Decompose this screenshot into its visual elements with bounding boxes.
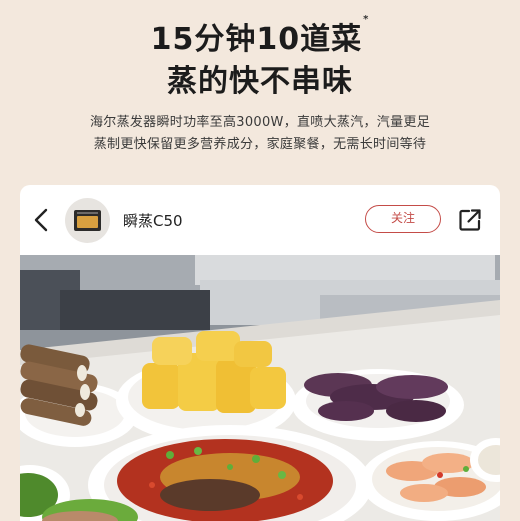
subtitle-line-1: 海尔蒸发器瞬时功率至高3000W，直喷大蒸汽，汽量更足 xyxy=(89,115,431,130)
headline-footnote-mark: * xyxy=(363,14,370,25)
food-photo xyxy=(20,255,500,521)
chevron-left-icon[interactable] xyxy=(32,207,50,233)
subtitle-line-2: 蒸制更快保留更多营养成分，家庭聚餐，无需长时间等待 xyxy=(93,137,427,152)
food-photo-illustration xyxy=(20,255,500,521)
share-icon[interactable] xyxy=(458,208,482,232)
oven-thumbnail xyxy=(74,210,101,231)
headline-text-1: 15分钟10道菜 xyxy=(150,22,363,57)
headline-line-2: 蒸的快不串味 xyxy=(167,64,353,99)
post-title[interactable]: 瞬蒸C50 xyxy=(123,210,183,231)
follow-button[interactable]: 关注 xyxy=(365,205,441,233)
headline-line-1: 15分钟10道菜* xyxy=(0,14,520,58)
avatar[interactable] xyxy=(65,198,110,243)
post-header: 瞬蒸C50 关注 xyxy=(20,185,500,255)
post-card: 瞬蒸C50 关注 xyxy=(20,185,500,521)
